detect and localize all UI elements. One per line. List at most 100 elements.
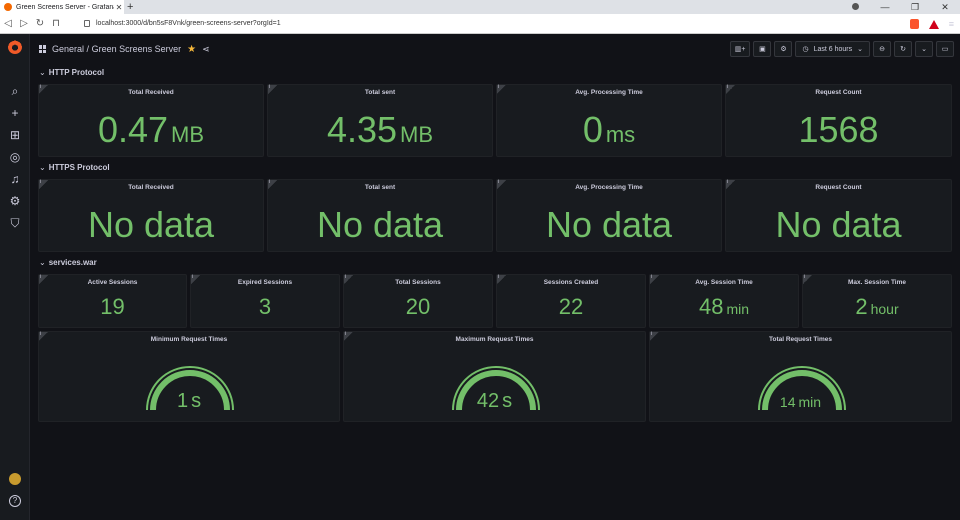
gear-icon: ⚙ bbox=[780, 46, 787, 53]
close-window-icon[interactable]: ✕ bbox=[930, 2, 960, 13]
panel-title: Total Received bbox=[128, 89, 174, 96]
panel-maximum-request-times[interactable]: i Maximum Request Times 42 s bbox=[343, 331, 646, 422]
panel-title: Request Count bbox=[815, 184, 862, 191]
breadcrumb-separator: / bbox=[86, 44, 90, 54]
save-icon: ▣ bbox=[759, 46, 766, 53]
server-admin-shield-icon[interactable]: ⛉ bbox=[8, 216, 22, 230]
tab-title: Green Screens Server - Grafana bbox=[16, 3, 114, 11]
dashboard-settings-button[interactable]: ⚙ bbox=[774, 41, 793, 57]
row-https[interactable]: ⌄ HTTPS Protocol bbox=[39, 163, 110, 172]
chevron-down-icon: ⌄ bbox=[39, 163, 46, 172]
stat-value: 4.35 MB bbox=[326, 109, 434, 150]
help-icon[interactable]: ? bbox=[9, 495, 21, 507]
browser-tab[interactable]: Green Screens Server - Grafana ✕ bbox=[0, 0, 124, 14]
stat-value: No data bbox=[316, 204, 444, 245]
stat-value: 3 bbox=[258, 294, 272, 319]
stat-value: 0.47 MB bbox=[97, 109, 205, 150]
breadcrumb: General / Green Screens Server bbox=[52, 44, 181, 54]
panel-https-total-sent[interactable]: i Total sent No data bbox=[267, 179, 493, 252]
address-bar: ◁ ▷ ↻ ⊓ localhost:3000/d/bn5sF8Vnk/green… bbox=[0, 14, 960, 34]
stat-value: 22 bbox=[558, 294, 584, 319]
back-icon[interactable]: ◁ bbox=[0, 18, 16, 29]
panel-http-total-sent[interactable]: i Total sent 4.35 MB bbox=[267, 84, 493, 157]
refresh-button[interactable]: ↻ bbox=[894, 41, 912, 57]
brave-shield-icon[interactable] bbox=[909, 19, 919, 29]
stat-value: No data bbox=[545, 204, 673, 245]
save-dashboard-button[interactable]: ▣ bbox=[753, 41, 772, 57]
sidebar: ⌕ + ⊞ ◎ ♫ ⚙ ⛉ ? bbox=[0, 34, 30, 520]
refresh-icon: ↻ bbox=[900, 46, 906, 53]
bookmark-icon[interactable]: ⊓ bbox=[48, 18, 64, 29]
panel-title: Total Sessions bbox=[395, 279, 441, 286]
search-icon[interactable]: ⌕ bbox=[8, 84, 22, 98]
chevron-down-icon: ⌄ bbox=[857, 46, 863, 53]
panel-title: Avg. Session Time bbox=[695, 279, 753, 286]
panel-title: Avg. Processing Time bbox=[575, 184, 643, 191]
time-range-label: Last 6 hours bbox=[813, 45, 853, 53]
stat-value: 1568 bbox=[798, 109, 879, 150]
time-picker-button[interactable]: ◷ Last 6 hours ⌄ bbox=[795, 41, 870, 57]
panel-max-session-time[interactable]: i Max. Session Time 2 hour bbox=[802, 274, 952, 328]
chevron-down-icon: ⌄ bbox=[921, 46, 927, 53]
browser-menu-icon[interactable]: ≡ bbox=[949, 19, 954, 29]
url-text: localhost:3000/d/bn5sF8Vnk/green-screens… bbox=[96, 20, 281, 27]
panel-title: Expired Sessions bbox=[237, 279, 293, 286]
dashboard-grid-icon bbox=[39, 45, 47, 53]
create-plus-icon[interactable]: + bbox=[8, 106, 22, 120]
user-avatar[interactable] bbox=[9, 473, 21, 485]
site-info-icon[interactable] bbox=[84, 20, 90, 27]
row-services[interactable]: ⌄ services.war bbox=[39, 258, 97, 267]
browser-tab-bar: Green Screens Server - Grafana ✕ + — ❐ ✕ bbox=[0, 0, 960, 14]
panel-minimum-request-times[interactable]: i Minimum Request Times 1s bbox=[38, 331, 340, 422]
panel-https-avg-processing-time[interactable]: i Avg. Processing Time No data bbox=[496, 179, 722, 252]
panel-http-total-received[interactable]: i Total Received 0.47 MB bbox=[38, 84, 264, 157]
row-title: services.war bbox=[48, 258, 97, 267]
breadcrumb-dashboard[interactable]: Green Screens Server bbox=[92, 44, 182, 54]
grafana-logo-icon[interactable] bbox=[8, 40, 22, 54]
panel-https-total-received[interactable]: i Total Received No data bbox=[38, 179, 264, 252]
url-field[interactable]: localhost:3000/d/bn5sF8Vnk/green-screens… bbox=[84, 20, 281, 27]
zoom-out-icon: ⊖ bbox=[879, 46, 885, 53]
favorite-star-icon[interactable]: ★ bbox=[187, 44, 196, 55]
dashboard-nav: General / Green Screens Server ★ ⋖ ▥+ ▣ … bbox=[30, 34, 960, 64]
dashboard-toolbar: ▥+ ▣ ⚙ ◷ Last 6 hours ⌄ ⊖ ↻ ⌄ ▭ bbox=[729, 41, 954, 57]
row-http[interactable]: ⌄ HTTP Protocol bbox=[39, 68, 104, 77]
panel-title: Max. Session Time bbox=[847, 279, 907, 286]
gauge-value: 1s bbox=[176, 390, 202, 412]
dashboards-icon[interactable]: ⊞ bbox=[8, 128, 22, 142]
tab-close-icon[interactable]: ✕ bbox=[114, 3, 124, 12]
breadcrumb-folder[interactable]: General bbox=[52, 44, 84, 54]
restore-icon[interactable]: ❐ bbox=[900, 2, 930, 13]
panel-avg-session-time[interactable]: i Avg. Session Time 48 min bbox=[649, 274, 799, 328]
alerting-bell-icon[interactable]: ♫ bbox=[8, 172, 22, 186]
zoom-out-button[interactable]: ⊖ bbox=[873, 41, 891, 57]
view-mode-button[interactable]: ▭ bbox=[936, 41, 954, 57]
monitor-icon: ▭ bbox=[941, 46, 949, 53]
panel-http-request-count[interactable]: i Request Count 1568 bbox=[725, 84, 952, 157]
panel-title: Active Sessions bbox=[87, 279, 138, 286]
panel-http-avg-processing-time[interactable]: i Avg. Processing Time 0 ms bbox=[496, 84, 722, 157]
new-tab-icon[interactable]: + bbox=[127, 0, 133, 14]
brave-rewards-icon[interactable] bbox=[928, 19, 939, 29]
share-icon[interactable]: ⋖ bbox=[202, 44, 210, 55]
forward-icon[interactable]: ▷ bbox=[16, 18, 32, 29]
refresh-interval-button[interactable]: ⌄ bbox=[915, 41, 933, 57]
panel-https-request-count[interactable]: i Request Count No data bbox=[725, 179, 952, 252]
panel-total-sessions[interactable]: i Total Sessions 20 bbox=[343, 274, 493, 328]
window-controls: — ❐ ✕ bbox=[840, 0, 960, 14]
add-panel-button[interactable]: ▥+ bbox=[729, 41, 751, 57]
configuration-gear-icon[interactable]: ⚙ bbox=[8, 194, 22, 208]
panel-title: Total sent bbox=[364, 89, 396, 96]
panel-total-request-times[interactable]: i Total Request Times 14 min bbox=[649, 331, 952, 422]
gauge-value: 14 min bbox=[779, 394, 822, 410]
record-icon[interactable] bbox=[840, 2, 870, 12]
reload-icon[interactable]: ↻ bbox=[32, 18, 48, 29]
panel-title: Request Count bbox=[815, 89, 862, 96]
panel-expired-sessions[interactable]: i Expired Sessions 3 bbox=[190, 274, 340, 328]
panel-active-sessions[interactable]: i Active Sessions 19 bbox=[38, 274, 187, 328]
stat-value: No data bbox=[87, 204, 215, 245]
panel-title: Sessions Created bbox=[543, 279, 599, 286]
explore-compass-icon[interactable]: ◎ bbox=[8, 150, 22, 164]
minimize-icon[interactable]: — bbox=[870, 2, 900, 12]
panel-sessions-created[interactable]: i Sessions Created 22 bbox=[496, 274, 646, 328]
